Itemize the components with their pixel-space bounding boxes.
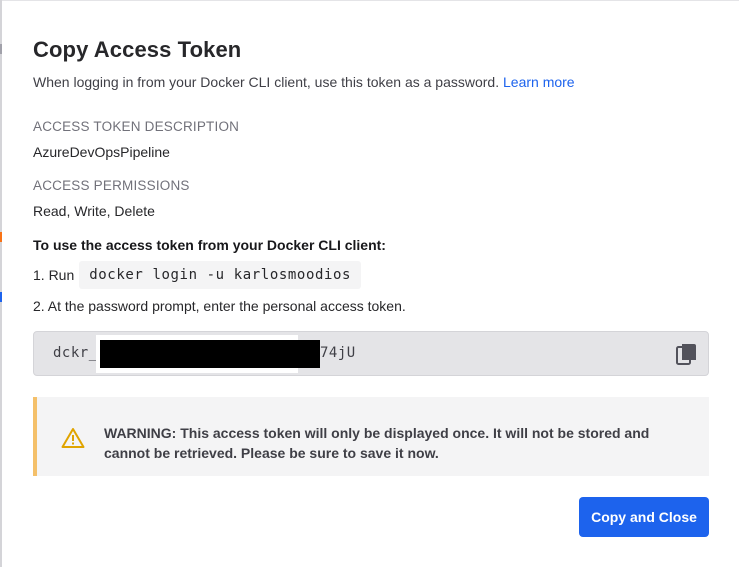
permissions-value: Read, Write, Delete [33, 203, 155, 219]
description-value: AzureDevOpsPipeline [33, 144, 170, 160]
warning-triangle-graphic [61, 428, 85, 448]
token-prefix: dckr_ [53, 345, 98, 361]
copy-icon[interactable] [676, 343, 698, 367]
token-redaction [100, 340, 320, 368]
docker-login-command[interactable]: docker login -u karlosmoodios [79, 261, 362, 289]
page: Copy Access Token When logging in from y… [0, 0, 739, 567]
dialog-subtitle: When logging in from your Docker CLI cli… [33, 74, 575, 90]
warning-banner: WARNING: This access token will only be … [33, 397, 709, 476]
copy-icon-graphic [676, 344, 696, 365]
access-token-field[interactable]: dckr_ 74jU [33, 331, 709, 376]
warning-text: WARNING: This access token will only be … [104, 425, 650, 461]
instruction-step-1: 1. Run docker login -u karlosmoodios [33, 261, 362, 289]
subtitle-text: When logging in from your Docker CLI cli… [33, 74, 500, 90]
copy-access-token-dialog: Copy Access Token When logging in from y… [2, 0, 739, 567]
step-2-text: 2. At the password prompt, enter the per… [33, 298, 406, 314]
step-1-prefix: 1. Run [33, 267, 75, 283]
copy-and-close-button[interactable]: Copy and Close [579, 497, 709, 537]
dialog-title: Copy Access Token [33, 37, 242, 62]
warning-triangle-icon [61, 427, 85, 449]
description-label: ACCESS TOKEN DESCRIPTION [33, 119, 240, 134]
permissions-label: ACCESS PERMISSIONS [33, 178, 190, 193]
learn-more-link[interactable]: Learn more [503, 74, 575, 90]
token-suffix: 74jU [320, 345, 356, 361]
instructions-title: To use the access token from your Docker… [33, 237, 386, 253]
instruction-step-2: 2. At the password prompt, enter the per… [33, 298, 406, 314]
